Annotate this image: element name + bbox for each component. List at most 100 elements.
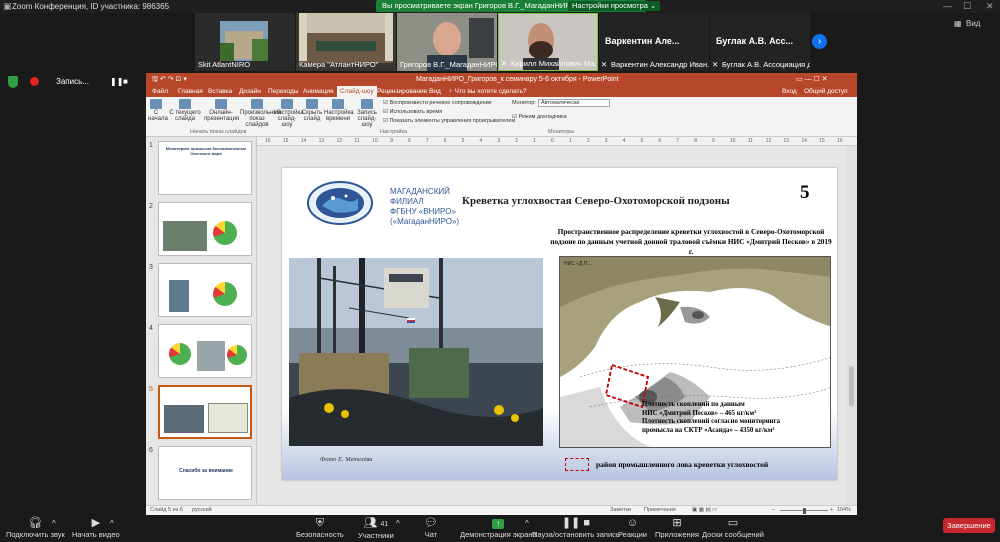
ruler-mark: 4 (622, 138, 626, 144)
participant-tile[interactable]: Григоров В.Г._МагаданНИРО (397, 13, 497, 71)
tell-me-search[interactable]: ♀ Что вы хотите сделать? (448, 86, 527, 97)
slide-thumb-2[interactable] (158, 202, 252, 256)
setup-slideshow-button[interactable]: Настройка слайд-шоу (274, 97, 304, 128)
ruler-mark: 16 (837, 138, 843, 144)
group-label-setup: Настройка (380, 129, 408, 135)
ruler-mark: 13 (783, 138, 790, 144)
ribbon-tabs: Файл Главная Вставка Дизайн Переходы Ани… (146, 86, 857, 97)
tab-transitions[interactable]: Переходы (268, 86, 299, 97)
rehearse-timings-button[interactable]: Настройка времени (324, 97, 354, 122)
from-start-button[interactable]: С начала (148, 97, 168, 122)
zoom-in-button[interactable]: + (830, 506, 833, 515)
zoom-level[interactable]: 104% (837, 506, 851, 515)
close-button[interactable]: ✕ (986, 0, 994, 13)
hide-slide-button[interactable]: Скрыть слайд (301, 97, 323, 122)
end-meeting-button[interactable]: Завершение (943, 518, 995, 533)
tab-design[interactable]: Дизайн (239, 86, 261, 97)
monitor-select[interactable]: Автоматически (538, 99, 610, 107)
slide-thumb-4[interactable] (158, 324, 252, 378)
slide-thumb-title: Спасибо за внимание (179, 468, 233, 474)
tab-insert[interactable]: Вставка (208, 86, 232, 97)
timings-checkbox[interactable]: Использовать время (383, 109, 442, 115)
tab-home[interactable]: Главная (178, 86, 203, 97)
signin-link[interactable]: Вход (782, 86, 797, 97)
join-audio-label: Подключить звук (6, 530, 65, 539)
thumb-pie-chart (213, 282, 237, 306)
whiteboard-icon: ▭ (727, 517, 739, 529)
map-note-line: промысла на СКТР «Асанда» – 4350 кг/км² (642, 426, 775, 434)
whiteboards-button[interactable]: ▭ Доски сообщений (702, 517, 764, 539)
participants-caret[interactable]: ^ (396, 519, 400, 528)
muted-mic-icon: ✕ (501, 59, 508, 68)
share-options-caret[interactable]: ^ (525, 519, 529, 528)
minimize-button[interactable]: — (943, 0, 952, 13)
share-button[interactable]: Общий доступ (804, 86, 848, 97)
tab-view[interactable]: Вид (429, 86, 441, 97)
participant-tile[interactable]: Буглак А.В. Асс... Буглак А.В. Ассоциаци… (710, 13, 810, 71)
reactions-button[interactable]: ☺︎ Реакции (618, 517, 647, 539)
ruler-mark: 14 (801, 138, 807, 144)
setup-icon (281, 99, 293, 109)
slide-canvas: МАГАДАНСКИЙ ФИЛИАЛ ФГБНУ «ВНИРО» («Магад… (257, 146, 857, 505)
video-options-caret[interactable]: ^ (110, 519, 114, 528)
vertical-scrollbar[interactable] (846, 146, 857, 505)
ruler-mark: 11 (747, 138, 753, 144)
language-indicator[interactable]: русский (192, 506, 212, 515)
slide-thumb-5[interactable] (158, 385, 252, 439)
zoom-out-button[interactable]: – (772, 506, 775, 515)
participants-button[interactable]: 👥︎ 41 Участники (358, 517, 394, 540)
record-slideshow-button[interactable]: Запись слайд-шоу (353, 97, 381, 128)
ruler-mark: 4 (479, 138, 483, 144)
online-present-button[interactable]: Онлайн-презентация (204, 97, 239, 122)
presenter-view-checkbox[interactable]: Режим докладчика (512, 114, 566, 120)
slide-counter: Слайд 5 из 6 (150, 507, 183, 513)
pause-stop-recording-button[interactable]: ❚❚ ■ Пауза/остановить запись (532, 517, 620, 539)
ruler-mark: 14 (300, 138, 307, 144)
narration-checkbox[interactable]: Воспроизвести речевое сопровождение (383, 100, 491, 106)
tab-file[interactable]: Файл (152, 86, 168, 97)
comments-button[interactable]: Примечания (644, 506, 676, 515)
slide-5[interactable]: МАГАДАНСКИЙ ФИЛИАЛ ФГБНУ «ВНИРО» («Магад… (282, 168, 837, 480)
slide-thumb-6[interactable]: Спасибо за внимание (158, 446, 252, 500)
tab-slideshow[interactable]: Слайд-шоу (337, 86, 377, 97)
pause-recording-icon[interactable]: ❚❚ (110, 77, 123, 86)
slideshow-start-icon (150, 99, 162, 109)
notes-button[interactable]: Заметки (610, 506, 631, 515)
slide-thumb-3[interactable] (158, 263, 252, 317)
map-note-line: НИС «Дмитрий Песков» – 465 кг/км² (642, 409, 757, 417)
next-page-icon[interactable]: › (812, 34, 827, 49)
quick-access-icons[interactable]: 🖫 ↶ ↷ ⊡ ▾ (152, 73, 187, 86)
ppt-window-controls[interactable]: ▭ — ☐ ✕ (796, 73, 828, 86)
recording-dot-icon (30, 77, 39, 86)
ribbon: С начала С текущего слайда Онлайн-презен… (146, 97, 857, 137)
custom-show-button[interactable]: Произвольный показ слайдов (240, 97, 281, 128)
apps-button[interactable]: ⊞ Приложения (655, 517, 699, 539)
ruler-mark: 5 (640, 138, 644, 144)
participant-name: Буглак А.В. Ассоциация до... (722, 60, 810, 69)
smiley-icon: ☺︎ (626, 517, 639, 529)
participant-tile-active[interactable]: Кирилл Михайлович Ма... ✕ (498, 13, 598, 71)
scrollbar-thumb[interactable] (849, 366, 854, 406)
view-buttons[interactable]: ▣ ▦ ▤ ▭ (692, 506, 717, 515)
participant-tile[interactable]: Skit AtlantNIRO (195, 13, 295, 71)
thumb-pie-chart (227, 345, 247, 365)
view-options-button[interactable]: Настройки просмотра ⌄ (568, 1, 661, 11)
security-button[interactable]: ⛨ Безопасность (296, 517, 344, 539)
maximize-button[interactable]: ☐ (963, 0, 971, 13)
view-switch[interactable]: ▦ Вид (946, 13, 1000, 33)
media-controls-checkbox[interactable]: Показать элементы управления проигрывате… (383, 118, 515, 124)
trawler-photo (289, 258, 543, 446)
muted-mic-icon: ✕ (712, 60, 719, 69)
stop-recording-icon[interactable]: ■ (123, 77, 128, 86)
slide-thumb-1[interactable]: Мониторинг промысла беспозвоночных Охотс… (158, 141, 252, 195)
from-current-button[interactable]: С текущего слайда (168, 97, 202, 122)
tab-animation[interactable]: Анимация (303, 86, 334, 97)
ppt-statusbar: Слайд 5 из 6 русский Заметки Примечания … (146, 505, 857, 515)
chat-button[interactable]: 💬︎ Чат (424, 517, 438, 539)
audio-options-caret[interactable]: ^ (52, 519, 56, 528)
recording-bar: Запись... ❚❚ ■ (2, 73, 132, 91)
participant-tile[interactable]: Варкентин Але... Варкентин Александр Ива… (599, 13, 709, 71)
zoom-slider-knob[interactable] (803, 508, 806, 514)
tab-review[interactable]: Рецензирование (377, 86, 427, 97)
participant-tile[interactable]: Камера "АтлантНИРО" (296, 13, 396, 71)
